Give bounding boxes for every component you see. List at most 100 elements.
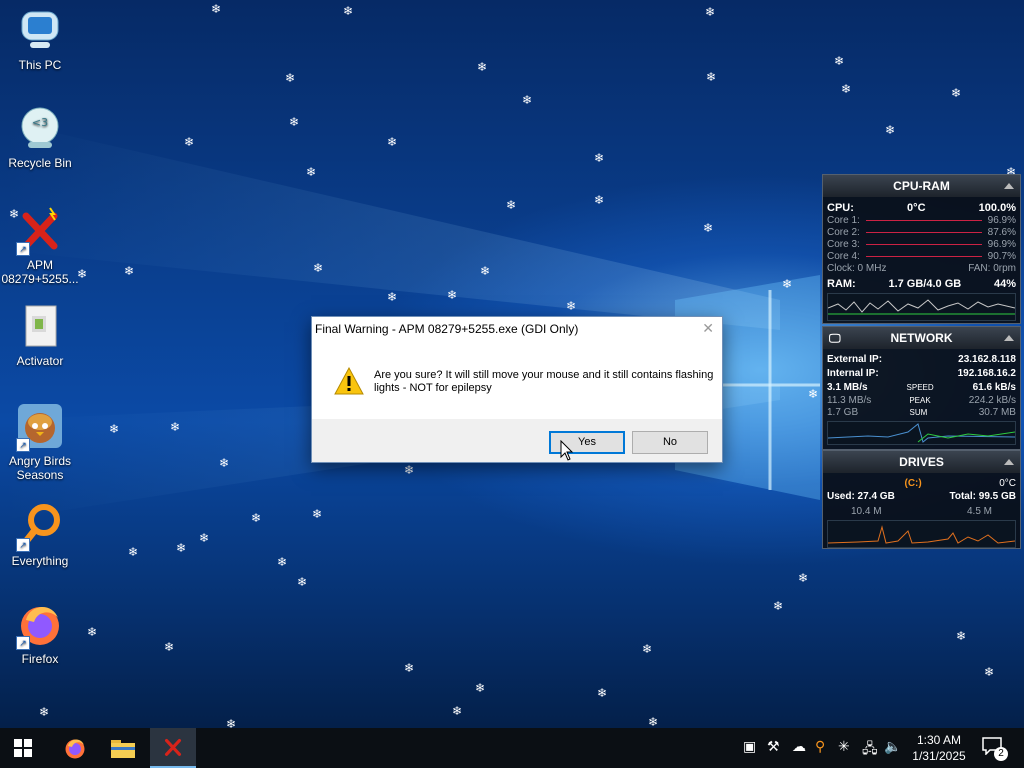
no-button[interactable]: No (632, 431, 708, 454)
cpu-label: CPU: (827, 202, 854, 214)
snowflake-icon: ❄ (184, 135, 195, 149)
snowflake-icon: ❄ (128, 545, 139, 559)
tray-volume-icon[interactable]: 🔈 (884, 738, 901, 755)
snowflake-icon: ❄ (219, 456, 230, 470)
drive-temp: 0°C (999, 478, 1016, 489)
snowflake-icon: ❄ (39, 705, 50, 719)
ram-graph (827, 293, 1016, 321)
peak-label: PEAK (909, 396, 931, 405)
drive-read: 10.4 M (851, 506, 882, 517)
final-warning-dialog: Final Warning - APM 08279+5255.exe (GDI … (311, 316, 723, 463)
collapse-icon[interactable] (1004, 183, 1014, 189)
internal-ip-label: Internal IP: (827, 368, 879, 379)
clock-date: 1/31/2025 (912, 749, 966, 763)
snowflake-icon: ❄ (211, 2, 222, 16)
snowflake-icon: ❄ (452, 704, 463, 718)
tray-app-icon[interactable]: ▣ (743, 738, 756, 755)
drive-letter: (C:) (904, 478, 922, 489)
collapse-icon[interactable] (1004, 335, 1014, 341)
collapse-icon[interactable] (1004, 459, 1014, 465)
fan-speed: FAN: 0rpm (968, 263, 1016, 274)
internal-ip: 192.168.16.2 (957, 368, 1016, 379)
core-row: Core 2: 87.6% (827, 227, 1016, 238)
notification-center-button[interactable]: 2 (982, 737, 1008, 761)
snowflake-icon: ❄ (297, 575, 308, 589)
snowflake-icon: ❄ (642, 642, 653, 656)
shortcut-arrow-icon: ↗ (16, 438, 30, 452)
snowflake-icon: ❄ (597, 686, 608, 700)
dialog-footer: Yes No (312, 419, 722, 462)
snowflake-icon: ❄ (477, 60, 488, 74)
desktop-icon-this-pc[interactable]: This PC (0, 6, 80, 72)
taskbar-firefox[interactable] (52, 728, 98, 768)
snowflake-icon: ❄ (306, 165, 317, 179)
tray-tool-icon[interactable]: ⚒ (767, 738, 780, 755)
snowflake-icon: ❄ (199, 531, 210, 545)
desktop-icon-recycle-bin[interactable]: <3 Recycle Bin (0, 104, 80, 170)
taskbar: ▣ ⚒ ☁ ⚲ ✳ 🖧 🔈 1:30 AM 1/31/2025 2 (0, 728, 1024, 768)
shortcut-arrow-icon: ↗ (16, 538, 30, 552)
snowflake-icon: ❄ (170, 420, 181, 434)
desktop-icon-angry-birds[interactable]: ↗ Angry Birds Seasons (0, 402, 80, 482)
close-icon[interactable]: ✕ (702, 320, 714, 337)
tray-snowflake-icon[interactable]: ✳ (838, 738, 850, 755)
windows-icon (14, 739, 32, 757)
snowflake-icon: ❄ (566, 299, 577, 313)
snowflake-icon: ❄ (594, 151, 605, 165)
external-ip-label: External IP: (827, 354, 883, 365)
taskbar-apm[interactable] (150, 728, 196, 768)
desktop-icon-activator[interactable]: Activator (0, 302, 80, 368)
mouse-cursor-icon (560, 440, 574, 461)
warning-icon (334, 366, 364, 400)
snowflake-icon: ❄ (124, 264, 135, 278)
start-button[interactable] (0, 728, 46, 768)
notification-count-badge: 2 (994, 747, 1008, 761)
monitor-icon: 🖵 (829, 331, 841, 345)
tray-cloud-icon[interactable]: ☁ (792, 738, 806, 755)
snowflake-icon: ❄ (956, 629, 967, 643)
snowflake-icon: ❄ (277, 555, 288, 569)
taskbar-clock[interactable]: 1:30 AM 1/31/2025 (900, 732, 978, 764)
shortcut-arrow-icon: ↗ (16, 242, 30, 256)
core-row: Core 3: 96.9% (827, 239, 1016, 250)
ram-percent: 44% (993, 278, 1016, 290)
snowflake-icon: ❄ (387, 290, 398, 304)
dialog-title: Final Warning - APM 08279+5255.exe (GDI … (315, 322, 579, 336)
snowflake-icon: ❄ (841, 82, 852, 96)
drives-widget: DRIVES (C:) 0°C Used: 27.4 GB Total: 99.5 … (822, 450, 1021, 549)
snowflake-icon: ❄ (404, 661, 415, 675)
snowflake-icon: ❄ (773, 599, 784, 613)
tray-network-icon[interactable]: 🖧 (862, 738, 878, 762)
sum-down: 1.7 GB (827, 407, 859, 418)
cpu-ram-widget: CPU-RAM CPU: 0°C 100.0% Core 1: 96.9% Core … (822, 174, 1021, 324)
drive-write: 4.5 M (966, 506, 992, 517)
snowflake-icon: ❄ (808, 387, 819, 401)
speed-down: 3.1 MB/s (827, 382, 868, 393)
desktop-icon-firefox[interactable]: ↗ Firefox (0, 600, 80, 666)
taskbar-file-explorer[interactable] (100, 728, 146, 768)
snowflake-icon: ❄ (522, 93, 533, 107)
snowflake-icon: ❄ (703, 221, 714, 235)
ram-label: RAM: (827, 278, 856, 290)
snowflake-icon: ❄ (285, 71, 296, 85)
drive-total: Total: 99.5 GB (949, 491, 1017, 502)
desktop-icon-everything[interactable]: ↗ Everything (0, 502, 80, 568)
ram-value: 1.7 GB/4.0 GB (888, 278, 962, 290)
speed-up: 61.6 kB/s (972, 382, 1016, 393)
snowflake-icon: ❄ (447, 288, 458, 302)
snowflake-icon: ❄ (312, 507, 323, 521)
snowflake-icon: ❄ (984, 665, 995, 679)
tray-search-icon[interactable]: ⚲ (815, 738, 825, 755)
svg-text:<3: <3 (32, 116, 48, 129)
snowflake-icon: ❄ (109, 422, 120, 436)
sum-label: SUM (909, 408, 928, 417)
snowflake-icon: ❄ (480, 264, 491, 278)
drive-graph (827, 520, 1016, 548)
snowflake-icon: ❄ (289, 115, 300, 129)
red-x-icon (164, 738, 182, 756)
snowflake-icon: ❄ (706, 70, 717, 84)
speed-label: SPEED (906, 383, 934, 392)
network-graph (827, 421, 1016, 445)
snowflake-icon: ❄ (251, 511, 262, 525)
desktop-icon-apm[interactable]: ↗ APM 08279+5255... (0, 206, 80, 286)
